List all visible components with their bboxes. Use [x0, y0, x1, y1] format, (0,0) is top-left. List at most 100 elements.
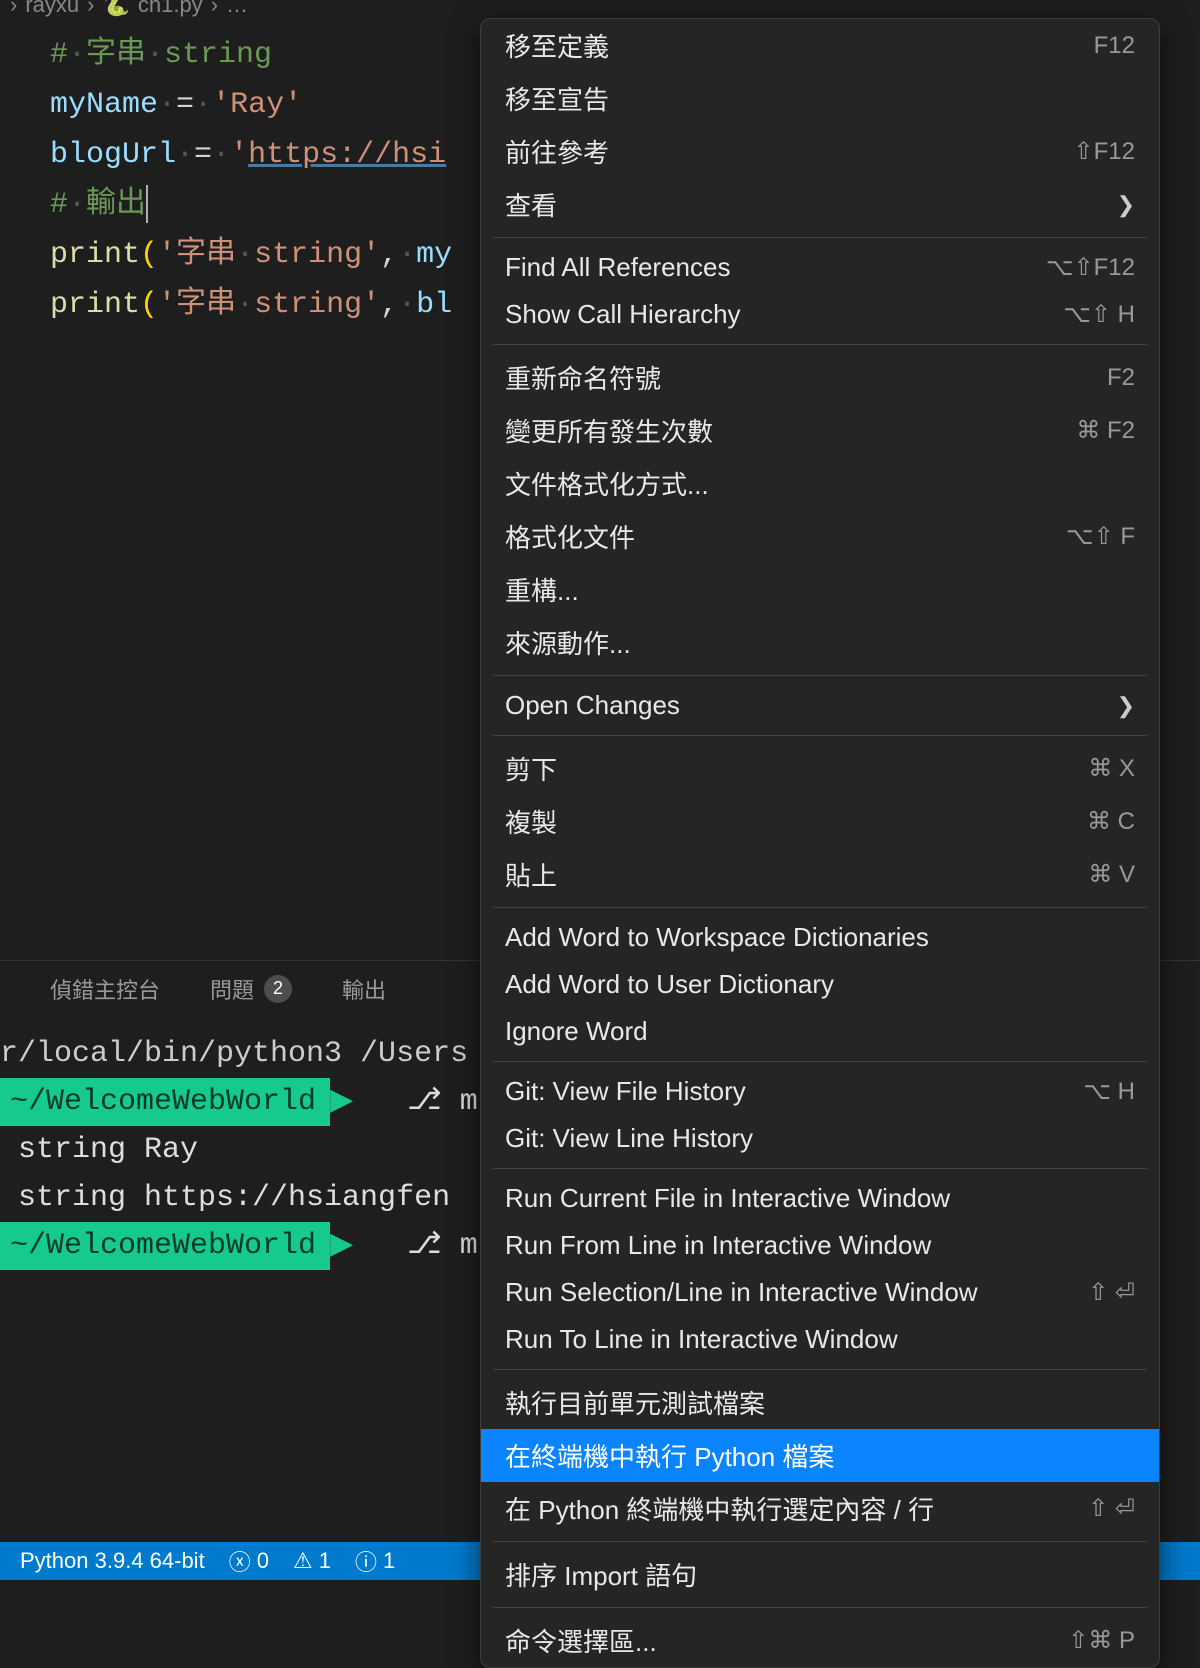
menu-item[interactable]: 前往參考⇧F12	[481, 125, 1159, 178]
tab-output[interactable]: 輸出	[342, 973, 386, 1005]
info-icon: ⓘ	[355, 1545, 377, 1577]
menu-item[interactable]: 複製⌘ C	[481, 795, 1159, 848]
menu-shortcut: ⌥⇧F12	[1046, 253, 1135, 282]
menu-shortcut: F12	[1094, 32, 1135, 60]
error-icon: ⓧ	[229, 1545, 251, 1577]
menu-item[interactable]: Ignore Word	[481, 1008, 1159, 1055]
menu-item[interactable]: Run Selection/Line in Interactive Window…	[481, 1269, 1159, 1316]
menu-item[interactable]: 文件格式化方式...	[481, 457, 1159, 510]
menu-item-label: 變更所有發生次數	[505, 412, 713, 449]
status-errors[interactable]: ⓧ0	[229, 1545, 269, 1577]
menu-item[interactable]: Open Changes❯	[481, 682, 1159, 729]
menu-item-label: 文件格式化方式...	[505, 465, 709, 502]
breadcrumb-more[interactable]: …	[226, 0, 248, 18]
menu-item-label: 在 Python 終端機中執行選定內容 / 行	[505, 1490, 934, 1527]
tab-problems[interactable]: 問題 2	[210, 973, 292, 1005]
menu-shortcut: ⌘ X	[1088, 754, 1135, 783]
menu-item-label: Git: View Line History	[505, 1123, 753, 1154]
terminal-text: r/local/bin/python3 /Users	[0, 1037, 468, 1071]
menu-separator	[493, 1168, 1147, 1169]
github-icon	[371, 1229, 407, 1263]
menu-item[interactable]: Git: View Line History	[481, 1115, 1159, 1162]
menu-item-label: Add Word to User Dictionary	[505, 969, 834, 1000]
warning-icon: ⚠	[293, 1548, 313, 1574]
problems-badge: 2	[264, 975, 292, 1003]
menu-item[interactable]: Run Current File in Interactive Window	[481, 1175, 1159, 1222]
menu-shortcut: ⌘ C	[1087, 807, 1135, 836]
menu-item[interactable]: 重新命名符號 F2	[481, 351, 1159, 404]
menu-item-label: 格式化文件	[505, 518, 635, 555]
menu-item-label: 貼上	[505, 856, 557, 893]
menu-item-label: Run To Line in Interactive Window	[505, 1324, 898, 1355]
menu-item[interactable]: 重構...	[481, 563, 1159, 616]
text-cursor	[146, 185, 148, 223]
menu-item-label: Find All References	[505, 252, 730, 283]
menu-shortcut: ⇧⌘ P	[1068, 1626, 1135, 1655]
menu-shortcut: ⇧F12	[1074, 137, 1135, 166]
breadcrumb-folder[interactable]: rayxu	[25, 0, 79, 18]
menu-item-label: Git: View File History	[505, 1076, 746, 1107]
breadcrumb-sep: ›	[10, 0, 17, 18]
menu-item[interactable]: Add Word to Workspace Dictionaries	[481, 914, 1159, 961]
menu-shortcut: F2	[1107, 364, 1135, 392]
menu-shortcut: ⌘ V	[1088, 860, 1135, 889]
menu-item-label: 查看	[505, 186, 557, 223]
breadcrumb-sep: ›	[211, 0, 218, 18]
terminal-prompt: ~/WelcomeWebWorld	[0, 1078, 330, 1126]
menu-item-label: 在終端機中執行 Python 檔案	[505, 1437, 834, 1474]
menu-item-label: Ignore Word	[505, 1016, 648, 1047]
menu-item[interactable]: 執行目前單元測試檔案	[481, 1376, 1159, 1429]
menu-separator	[493, 1369, 1147, 1370]
menu-item[interactable]: 查看 ❯	[481, 178, 1159, 231]
menu-item[interactable]: 貼上 ⌘ V	[481, 848, 1159, 901]
menu-item[interactable]: 格式化文件 ⌥⇧ F	[481, 510, 1159, 563]
menu-item[interactable]: 排序 Import 語句	[481, 1548, 1159, 1601]
menu-shortcut: ⌥⇧ H	[1063, 300, 1135, 329]
menu-item-label: 重構...	[505, 571, 579, 608]
menu-item[interactable]: 命令選擇區... ⇧⌘ P	[481, 1614, 1159, 1667]
menu-item[interactable]: Git: View File History⌥ H	[481, 1068, 1159, 1115]
menu-item[interactable]: 移至宣告	[481, 72, 1159, 125]
menu-item[interactable]: 在 Python 終端機中執行選定內容 / 行⇧ ⏎	[481, 1482, 1159, 1535]
tab-debug-console[interactable]: 偵錯主控台	[50, 973, 160, 1005]
status-info[interactable]: ⓘ1	[355, 1545, 395, 1577]
menu-item-label: Run Current File in Interactive Window	[505, 1183, 950, 1214]
menu-shortcut: ⌥⇧ F	[1066, 522, 1135, 551]
menu-shortcut: ⌘ F2	[1076, 416, 1135, 445]
github-icon	[371, 1085, 407, 1119]
menu-item[interactable]: 剪下 ⌘ X	[481, 742, 1159, 795]
terminal-prompt: ~/WelcomeWebWorld	[0, 1222, 330, 1270]
menu-separator	[493, 1541, 1147, 1542]
breadcrumb-file[interactable]: ch1.py	[138, 0, 203, 18]
menu-item[interactable]: 來源動作...	[481, 616, 1159, 669]
menu-item-label: 重新命名符號	[505, 359, 661, 396]
menu-item[interactable]: Find All References ⌥⇧F12	[481, 244, 1159, 291]
menu-item[interactable]: Add Word to User Dictionary	[481, 961, 1159, 1008]
menu-item[interactable]: 移至定義 F12	[481, 19, 1159, 72]
breadcrumb[interactable]: › rayxu › 🐍 ch1.py › …	[0, 0, 1200, 10]
menu-item-label: 執行目前單元測試檔案	[505, 1384, 765, 1421]
menu-item-label: 命令選擇區...	[505, 1622, 657, 1659]
menu-shortcut: ⇧ ⏎	[1088, 1278, 1135, 1307]
menu-item-label: 移至定義	[505, 27, 609, 64]
menu-item-label: 剪下	[505, 750, 557, 787]
menu-separator	[493, 907, 1147, 908]
context-menu[interactable]: 移至定義 F12 移至宣告前往參考⇧F12 查看 ❯ Find All Reference…	[480, 18, 1160, 1668]
menu-item-label: Run From Line in Interactive Window	[505, 1230, 931, 1261]
menu-separator	[493, 1607, 1147, 1608]
menu-item[interactable]: 變更所有發生次數 ⌘ F2	[481, 404, 1159, 457]
menu-item[interactable]: 在終端機中執行 Python 檔案	[481, 1429, 1159, 1482]
menu-item[interactable]: Show Call Hierarchy⌥⇧ H	[481, 291, 1159, 338]
status-python[interactable]: Python 3.9.4 64-bit	[20, 1548, 205, 1574]
git-branch-icon: ⎇	[407, 1229, 460, 1263]
menu-item-label: Add Word to Workspace Dictionaries	[505, 922, 929, 953]
menu-separator	[493, 675, 1147, 676]
menu-item[interactable]: Run To Line in Interactive Window	[481, 1316, 1159, 1363]
chevron-right-icon: ❯	[1117, 693, 1135, 719]
chevron-right-icon: ❯	[1117, 192, 1135, 218]
menu-separator	[493, 1061, 1147, 1062]
menu-item-label: 移至宣告	[505, 80, 609, 117]
status-warnings[interactable]: ⚠1	[293, 1548, 331, 1574]
menu-item[interactable]: Run From Line in Interactive Window	[481, 1222, 1159, 1269]
breadcrumb-sep: ›	[87, 0, 94, 18]
